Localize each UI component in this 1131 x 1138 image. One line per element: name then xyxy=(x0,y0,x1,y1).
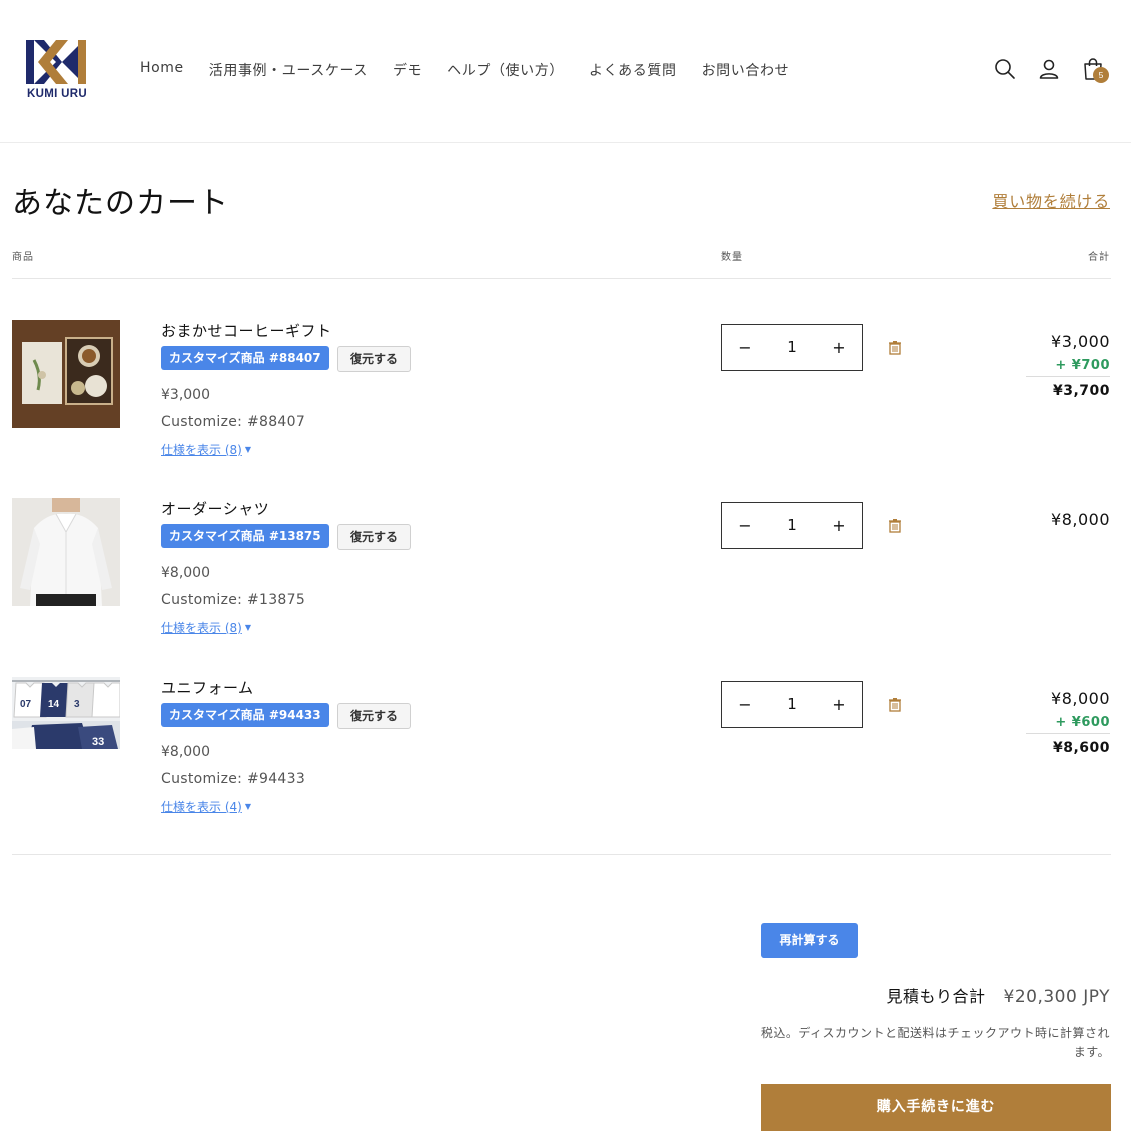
trash-icon[interactable] xyxy=(888,340,902,355)
decrease-quantity-button[interactable]: − xyxy=(722,503,768,548)
divider xyxy=(12,854,1111,855)
brand-logo[interactable]: KUMI URU xyxy=(16,38,98,102)
unit-price: ¥8,000 xyxy=(161,744,210,760)
column-header-product: 商品 xyxy=(12,252,34,263)
show-specs-label: 仕様を表示 (8) xyxy=(161,443,242,457)
continue-shopping-link[interactable]: 買い物を続ける xyxy=(992,188,1110,212)
customized-badge: カスタマイズ商品 #13875 xyxy=(161,524,329,548)
decrease-quantity-button[interactable]: − xyxy=(722,325,768,370)
product-image-order-shirt[interactable] xyxy=(12,498,120,606)
unit-price: ¥8,000 xyxy=(161,565,210,581)
customize-id: Customize: #13875 xyxy=(161,592,306,608)
caret-down-icon: ▼ xyxy=(244,802,251,811)
estimated-total-value: ¥20,300 JPY xyxy=(1003,987,1110,1007)
estimated-total-label: 見積もり合計 xyxy=(886,987,986,1006)
divider xyxy=(12,278,1111,279)
product-name[interactable]: ユニフォーム xyxy=(161,677,254,698)
line-total-price: ¥8,600 xyxy=(1052,740,1110,756)
svg-text:14: 14 xyxy=(48,699,60,710)
line-addon-price: + ¥600 xyxy=(1055,715,1110,730)
nav-contact[interactable]: お問い合わせ xyxy=(702,60,790,80)
tax-note: 税込。ディスカウントと配送料はチェックアウト時に計算されます。 xyxy=(760,1026,1110,1059)
column-header-total: 合計 xyxy=(1088,252,1110,263)
checkout-button[interactable]: 購入手続きに進む xyxy=(761,1084,1111,1131)
customized-badge: カスタマイズ商品 #88407 xyxy=(161,346,329,370)
caret-down-icon: ▼ xyxy=(244,445,251,454)
quantity-stepper: − 1 + xyxy=(721,681,863,728)
price-divider xyxy=(1026,376,1110,377)
line-base-price: ¥3,000 xyxy=(1051,332,1110,351)
cart-item: おまかせコーヒーギフト カスタマイズ商品 #88407 復元する ¥3,000 … xyxy=(0,320,1131,480)
show-specs-label: 仕様を表示 (8) xyxy=(161,621,242,635)
cart-count-badge: 5 xyxy=(1093,67,1109,83)
line-base-price: ¥8,000 xyxy=(1051,510,1110,529)
user-icon[interactable] xyxy=(1037,57,1061,81)
page-title: あなたのカート xyxy=(12,186,229,221)
svg-text:33: 33 xyxy=(92,736,104,748)
customized-badge: カスタマイズ商品 #94433 xyxy=(161,703,329,727)
column-header-quantity: 数量 xyxy=(721,252,743,263)
trash-icon[interactable] xyxy=(888,697,902,712)
customize-id: Customize: #88407 xyxy=(161,414,306,430)
increase-quantity-button[interactable]: + xyxy=(816,503,862,548)
line-base-price: ¥8,000 xyxy=(1051,689,1110,708)
nav-help[interactable]: ヘルプ（使い方） xyxy=(447,60,564,80)
show-specs-label: 仕様を表示 (4) xyxy=(161,800,242,814)
product-name[interactable]: おまかせコーヒーギフト xyxy=(161,320,332,341)
svg-text:3: 3 xyxy=(74,699,80,710)
line-addon-price: + ¥700 xyxy=(1055,358,1110,373)
nav-home[interactable]: Home xyxy=(140,60,184,80)
product-image-coffee-gift[interactable] xyxy=(12,320,120,428)
quantity-input[interactable]: 1 xyxy=(768,325,816,370)
show-specs-link[interactable]: 仕様を表示 (8) ▼ xyxy=(161,619,251,636)
nav-faq[interactable]: よくある質問 xyxy=(589,60,677,80)
restore-button[interactable]: 復元する xyxy=(337,524,412,550)
search-icon[interactable] xyxy=(993,57,1017,81)
trash-icon[interactable] xyxy=(888,518,902,533)
restore-button[interactable]: 復元する xyxy=(337,346,412,372)
quantity-stepper: − 1 + xyxy=(721,502,863,549)
cart-item: 07 14 3 33 ユニフォーム カスタマイズ商品 #94433 復元する ¥… xyxy=(0,677,1131,837)
recalculate-button[interactable]: 再計算する xyxy=(761,923,858,958)
caret-down-icon: ▼ xyxy=(244,623,251,632)
restore-button[interactable]: 復元する xyxy=(337,703,412,729)
cart-item: オーダーシャツ カスタマイズ商品 #13875 復元する ¥8,000 Cust… xyxy=(0,498,1131,658)
product-image-uniform[interactable]: 07 14 3 33 xyxy=(12,677,120,749)
increase-quantity-button[interactable]: + xyxy=(816,682,862,727)
unit-price: ¥3,000 xyxy=(161,387,210,403)
logo-text: KUMI URU xyxy=(27,88,87,100)
show-specs-link[interactable]: 仕様を表示 (8) ▼ xyxy=(161,441,251,458)
estimated-total: 見積もり合計 ¥20,300 JPY xyxy=(887,983,1111,1007)
quantity-stepper: − 1 + xyxy=(721,324,863,371)
main-nav: Home 活用事例・ユースケース デモ ヘルプ（使い方） よくある質問 お問い合… xyxy=(140,60,814,80)
customize-id: Customize: #94433 xyxy=(161,771,306,787)
nav-use-cases[interactable]: 活用事例・ユースケース xyxy=(209,60,368,80)
line-total-price: ¥3,700 xyxy=(1052,383,1110,399)
site-header: KUMI URU Home 活用事例・ユースケース デモ ヘルプ（使い方） よく… xyxy=(0,0,1131,143)
product-name[interactable]: オーダーシャツ xyxy=(161,498,269,519)
decrease-quantity-button[interactable]: − xyxy=(722,682,768,727)
quantity-input[interactable]: 1 xyxy=(768,503,816,548)
svg-text:07: 07 xyxy=(20,699,32,710)
logo-mark xyxy=(26,40,86,84)
nav-demo[interactable]: デモ xyxy=(393,60,422,80)
show-specs-link[interactable]: 仕様を表示 (4) ▼ xyxy=(161,798,251,815)
quantity-input[interactable]: 1 xyxy=(768,682,816,727)
increase-quantity-button[interactable]: + xyxy=(816,325,862,370)
price-divider xyxy=(1026,733,1110,734)
